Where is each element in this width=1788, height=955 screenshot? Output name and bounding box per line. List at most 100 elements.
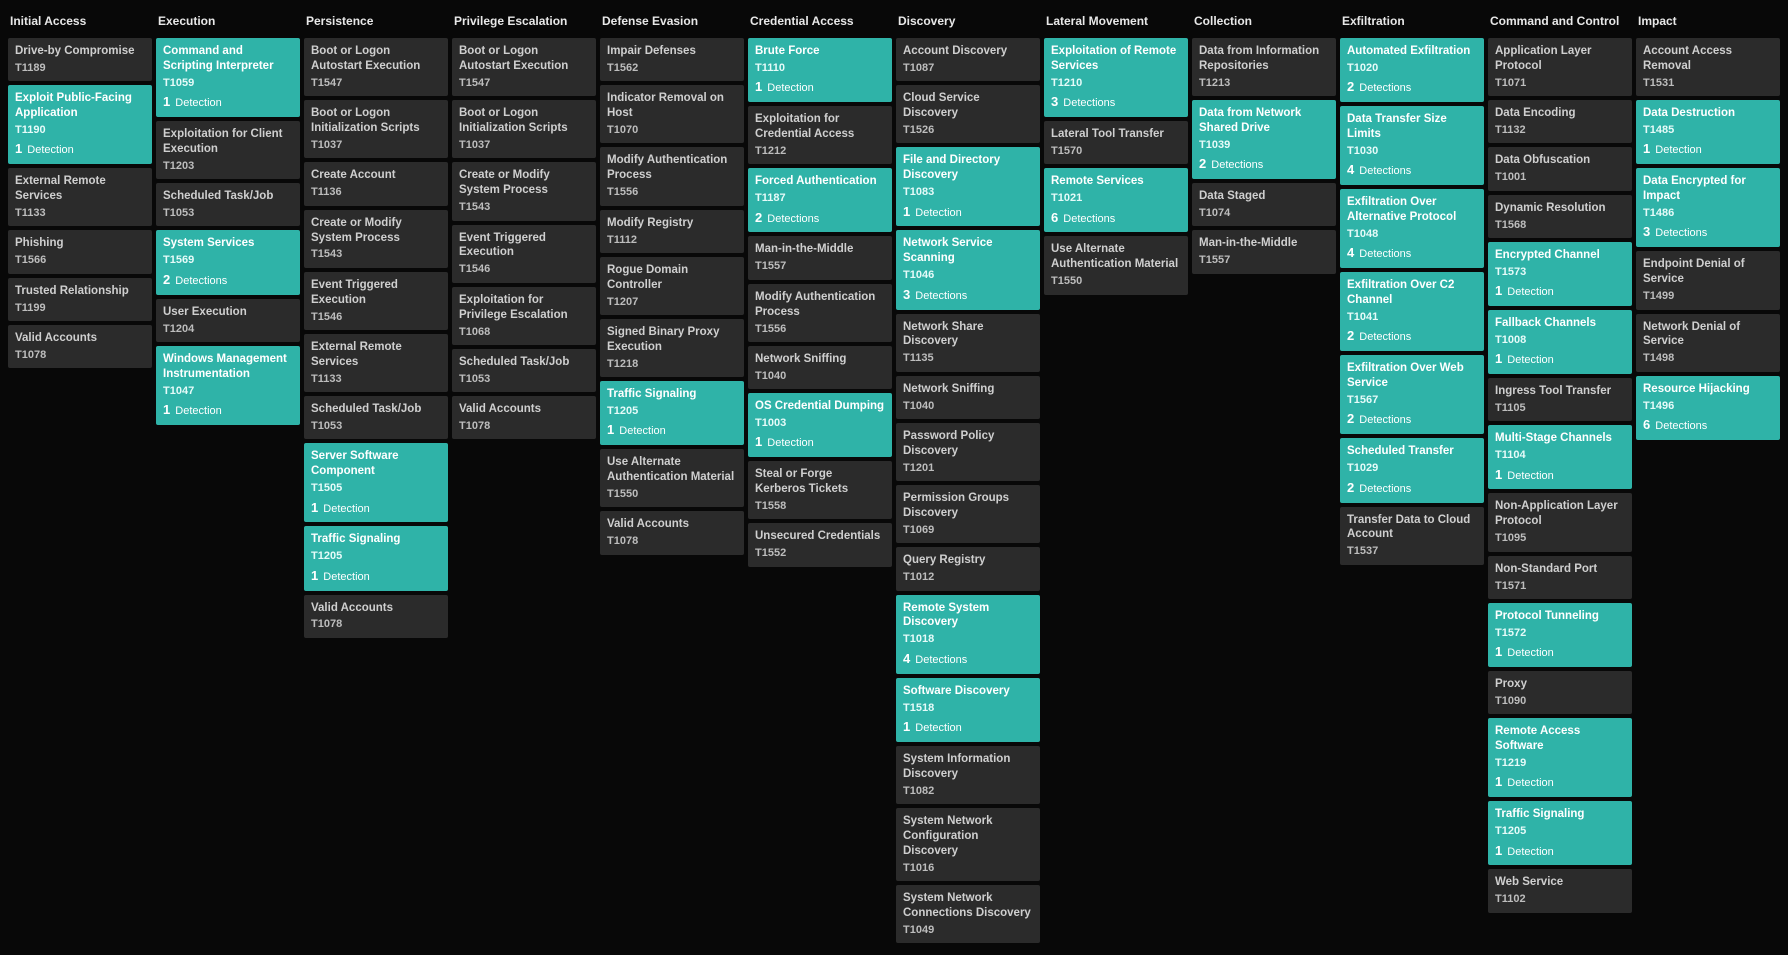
technique-card[interactable]: Traffic SignalingT12051 Detection bbox=[1488, 801, 1632, 865]
technique-card[interactable]: Boot or Logon Initialization ScriptsT103… bbox=[452, 100, 596, 158]
technique-card[interactable]: Data StagedT1074 bbox=[1192, 183, 1336, 226]
technique-card[interactable]: Data Encrypted for ImpactT14863 Detectio… bbox=[1636, 168, 1780, 247]
technique-card[interactable]: Network Service ScanningT10463 Detection… bbox=[896, 230, 1040, 309]
technique-card[interactable]: Data Transfer Size LimitsT10304 Detectio… bbox=[1340, 106, 1484, 185]
technique-card[interactable]: Use Alternate Authentication MaterialT15… bbox=[1044, 236, 1188, 294]
technique-card[interactable]: OS Credential DumpingT10031 Detection bbox=[748, 393, 892, 457]
technique-card[interactable]: Rogue Domain ControllerT1207 bbox=[600, 257, 744, 315]
technique-card[interactable]: Lateral Tool TransferT1570 bbox=[1044, 121, 1188, 164]
technique-card[interactable]: System Information DiscoveryT1082 bbox=[896, 746, 1040, 804]
technique-card[interactable]: Impair DefensesT1562 bbox=[600, 38, 744, 81]
technique-card[interactable]: Exfiltration Over Alternative ProtocolT1… bbox=[1340, 189, 1484, 268]
technique-card[interactable]: Network SniffingT1040 bbox=[748, 346, 892, 389]
technique-card[interactable]: Modify Authentication ProcessT1556 bbox=[748, 284, 892, 342]
technique-card[interactable]: System Network Connections DiscoveryT104… bbox=[896, 885, 1040, 943]
technique-card[interactable]: System ServicesT15692 Detections bbox=[156, 230, 300, 294]
technique-card[interactable]: Create or Modify System ProcessT1543 bbox=[452, 162, 596, 220]
technique-card[interactable]: Remote System DiscoveryT10184 Detections bbox=[896, 595, 1040, 674]
technique-card[interactable]: Boot or Logon Autostart ExecutionT1547 bbox=[304, 38, 448, 96]
technique-card[interactable]: Modify RegistryT1112 bbox=[600, 210, 744, 253]
technique-card[interactable]: External Remote ServicesT1133 bbox=[304, 334, 448, 392]
technique-card[interactable]: Automated ExfiltrationT10202 Detections bbox=[1340, 38, 1484, 102]
technique-card[interactable]: Brute ForceT11101 Detection bbox=[748, 38, 892, 102]
technique-card[interactable]: Valid AccountsT1078 bbox=[452, 396, 596, 439]
technique-card[interactable]: Multi-Stage ChannelsT11041 Detection bbox=[1488, 425, 1632, 489]
technique-card[interactable]: Traffic SignalingT12051 Detection bbox=[304, 526, 448, 590]
technique-card[interactable]: Scheduled Task/JobT1053 bbox=[156, 183, 300, 226]
technique-card[interactable]: Create or Modify System ProcessT1543 bbox=[304, 210, 448, 268]
technique-card[interactable]: External Remote ServicesT1133 bbox=[8, 168, 152, 226]
technique-card[interactable]: Network Share DiscoveryT1135 bbox=[896, 314, 1040, 372]
technique-card[interactable]: System Network Configuration DiscoveryT1… bbox=[896, 808, 1040, 881]
technique-card[interactable]: Transfer Data to Cloud AccountT1537 bbox=[1340, 507, 1484, 565]
technique-card[interactable]: Protocol TunnelingT15721 Detection bbox=[1488, 603, 1632, 667]
technique-card[interactable]: Encrypted ChannelT15731 Detection bbox=[1488, 242, 1632, 306]
technique-card[interactable]: Signed Binary Proxy ExecutionT1218 bbox=[600, 319, 744, 377]
technique-card[interactable]: Network SniffingT1040 bbox=[896, 376, 1040, 419]
technique-card[interactable]: Boot or Logon Initialization ScriptsT103… bbox=[304, 100, 448, 158]
technique-id: T1133 bbox=[311, 372, 441, 386]
technique-card[interactable]: User ExecutionT1204 bbox=[156, 299, 300, 342]
technique-card[interactable]: Data EncodingT1132 bbox=[1488, 100, 1632, 143]
technique-card[interactable]: Data from Information RepositoriesT1213 bbox=[1192, 38, 1336, 96]
technique-card[interactable]: Valid AccountsT1078 bbox=[8, 325, 152, 368]
technique-card[interactable]: Scheduled TransferT10292 Detections bbox=[1340, 438, 1484, 502]
technique-card[interactable]: Unsecured CredentialsT1552 bbox=[748, 523, 892, 566]
technique-card[interactable]: Network Denial of ServiceT1498 bbox=[1636, 314, 1780, 372]
technique-card[interactable]: Account Access RemovalT1531 bbox=[1636, 38, 1780, 96]
technique-card[interactable]: Forced AuthenticationT11872 Detections bbox=[748, 168, 892, 232]
technique-card[interactable]: Exploitation for Client ExecutionT1203 bbox=[156, 121, 300, 179]
technique-card[interactable]: Web ServiceT1102 bbox=[1488, 869, 1632, 912]
technique-card[interactable]: Drive-by CompromiseT1189 bbox=[8, 38, 152, 81]
technique-card[interactable]: Exfiltration Over Web ServiceT15672 Dete… bbox=[1340, 355, 1484, 434]
technique-card[interactable]: Non-Standard PortT1571 bbox=[1488, 556, 1632, 599]
technique-card[interactable]: Query RegistryT1012 bbox=[896, 547, 1040, 590]
technique-card[interactable]: Exploitation of Remote ServicesT12103 De… bbox=[1044, 38, 1188, 117]
technique-card[interactable]: Trusted RelationshipT1199 bbox=[8, 278, 152, 321]
technique-card[interactable]: Server Software ComponentT15051 Detectio… bbox=[304, 443, 448, 522]
technique-card[interactable]: Valid AccountsT1078 bbox=[304, 595, 448, 638]
technique-card[interactable]: Exploit Public-Facing ApplicationT11901 … bbox=[8, 85, 152, 164]
technique-card[interactable]: Data from Network Shared DriveT10392 Det… bbox=[1192, 100, 1336, 179]
technique-card[interactable]: Endpoint Denial of ServiceT1499 bbox=[1636, 251, 1780, 309]
technique-card[interactable]: Indicator Removal on HostT1070 bbox=[600, 85, 744, 143]
technique-card[interactable]: Use Alternate Authentication MaterialT15… bbox=[600, 449, 744, 507]
technique-card[interactable]: Ingress Tool TransferT1105 bbox=[1488, 378, 1632, 421]
technique-card[interactable]: Command and Scripting InterpreterT10591 … bbox=[156, 38, 300, 117]
technique-card[interactable]: Event Triggered ExecutionT1546 bbox=[452, 225, 596, 283]
technique-card[interactable]: Man-in-the-MiddleT1557 bbox=[748, 236, 892, 279]
technique-card[interactable]: Non-Application Layer ProtocolT1095 bbox=[1488, 493, 1632, 551]
technique-card[interactable]: Data DestructionT14851 Detection bbox=[1636, 100, 1780, 164]
technique-card[interactable]: Windows Management InstrumentationT10471… bbox=[156, 346, 300, 425]
technique-card[interactable]: Exfiltration Over C2 ChannelT10412 Detec… bbox=[1340, 272, 1484, 351]
technique-card[interactable]: Remote Access SoftwareT12191 Detection bbox=[1488, 718, 1632, 797]
technique-card[interactable]: Modify Authentication ProcessT1556 bbox=[600, 147, 744, 205]
technique-card[interactable]: Valid AccountsT1078 bbox=[600, 511, 744, 554]
technique-card[interactable]: Traffic SignalingT12051 Detection bbox=[600, 381, 744, 445]
technique-card[interactable]: Steal or Forge Kerberos TicketsT1558 bbox=[748, 461, 892, 519]
technique-card[interactable]: Remote ServicesT10216 Detections bbox=[1044, 168, 1188, 232]
technique-card[interactable]: PhishingT1566 bbox=[8, 230, 152, 273]
technique-card[interactable]: Create AccountT1136 bbox=[304, 162, 448, 205]
technique-name: Web Service bbox=[1495, 875, 1625, 890]
technique-card[interactable]: Dynamic ResolutionT1568 bbox=[1488, 195, 1632, 238]
technique-card[interactable]: Software DiscoveryT15181 Detection bbox=[896, 678, 1040, 742]
technique-card[interactable]: Man-in-the-MiddleT1557 bbox=[1192, 230, 1336, 273]
technique-card[interactable]: Account DiscoveryT1087 bbox=[896, 38, 1040, 81]
technique-card[interactable]: Password Policy DiscoveryT1201 bbox=[896, 423, 1040, 481]
technique-card[interactable]: Resource HijackingT14966 Detections bbox=[1636, 376, 1780, 440]
technique-card[interactable]: Scheduled Task/JobT1053 bbox=[452, 349, 596, 392]
technique-card[interactable]: Cloud Service DiscoveryT1526 bbox=[896, 85, 1040, 143]
technique-name: Boot or Logon Initialization Scripts bbox=[311, 106, 441, 136]
technique-card[interactable]: Exploitation for Credential AccessT1212 bbox=[748, 106, 892, 164]
technique-card[interactable]: Exploitation for Privilege EscalationT10… bbox=[452, 287, 596, 345]
technique-card[interactable]: ProxyT1090 bbox=[1488, 671, 1632, 714]
technique-card[interactable]: File and Directory DiscoveryT10831 Detec… bbox=[896, 147, 1040, 226]
technique-card[interactable]: Data ObfuscationT1001 bbox=[1488, 147, 1632, 190]
technique-card[interactable]: Fallback ChannelsT10081 Detection bbox=[1488, 310, 1632, 374]
technique-card[interactable]: Application Layer ProtocolT1071 bbox=[1488, 38, 1632, 96]
technique-card[interactable]: Scheduled Task/JobT1053 bbox=[304, 396, 448, 439]
technique-card[interactable]: Permission Groups DiscoveryT1069 bbox=[896, 485, 1040, 543]
technique-card[interactable]: Boot or Logon Autostart ExecutionT1547 bbox=[452, 38, 596, 96]
technique-card[interactable]: Event Triggered ExecutionT1546 bbox=[304, 272, 448, 330]
